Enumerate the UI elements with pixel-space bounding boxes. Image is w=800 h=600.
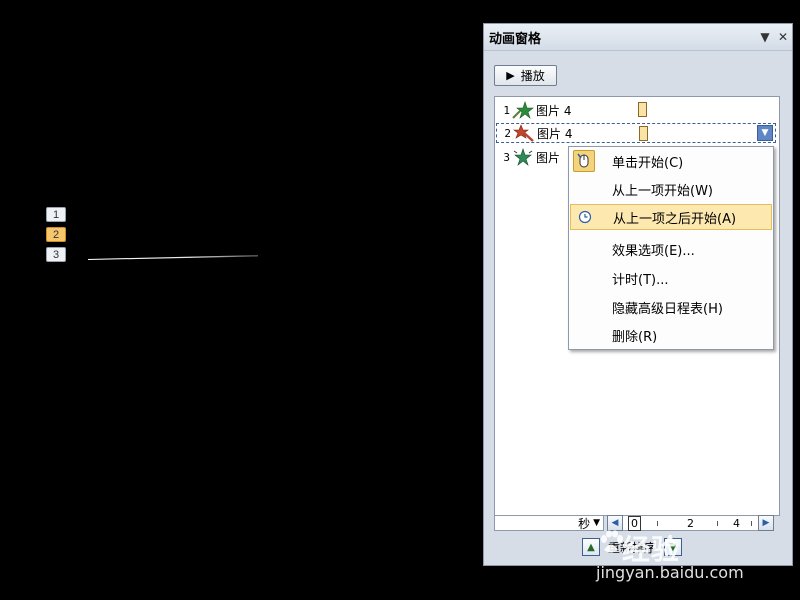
play-button[interactable]: ▶ 播放 — [494, 65, 557, 86]
menu-item-effect-options[interactable]: 效果选项(E)... — [570, 236, 772, 262]
chevron-down-icon: ▼ — [593, 518, 600, 528]
baidu-paw-icon — [601, 530, 623, 553]
play-label: 播放 — [520, 69, 545, 83]
item-name: 图片 4 — [536, 103, 572, 118]
time-unit-select[interactable]: 秒 ▼ — [494, 515, 604, 531]
menu-item-with-previous[interactable]: 从上一项开始(W) — [570, 176, 772, 202]
watermark-url: jingyan.baidu.com — [596, 563, 744, 582]
menu-item-hide-timeline[interactable]: 隐藏高级日程表(H) — [570, 294, 772, 320]
timing-bar[interactable] — [638, 102, 647, 117]
item-number: 3 — [503, 150, 510, 164]
menu-item-timing[interactable]: 计时(T)... — [570, 265, 772, 291]
play-icon: ▶ — [506, 69, 515, 82]
ruler-label: 2 — [687, 517, 694, 530]
entrance-star-icon — [512, 101, 534, 119]
item-name: 图片 — [536, 150, 561, 165]
animation-marker-3[interactable]: 3 — [46, 247, 66, 262]
ruler-tick — [751, 521, 752, 526]
menu-item-label: 单击开始(C) — [612, 155, 684, 171]
item-number: 1 — [503, 103, 510, 117]
scroll-right-button[interactable]: ▶ — [758, 515, 774, 531]
menu-item-after-previous[interactable]: 从上一项之后开始(A) — [570, 204, 772, 230]
clock-icon — [574, 206, 596, 228]
pane-menu-icon[interactable]: ▼ — [756, 30, 774, 44]
item-name: 图片 4 — [537, 126, 573, 141]
pane-title: 动画窗格 — [489, 31, 542, 47]
menu-item-remove[interactable]: 删除(R) — [570, 322, 772, 348]
animation-marker-1[interactable]: 1 — [46, 207, 66, 222]
ruler-label: 4 — [733, 517, 740, 530]
close-icon[interactable]: ✕ — [774, 30, 792, 44]
menu-item-start-on-click[interactable]: 单击开始(C) — [570, 148, 772, 174]
timing-context-menu: 单击开始(C) 从上一项开始(W) 从上一项之后开始(A) 效果选项(E)...… — [568, 146, 774, 350]
animation-item-2[interactable]: 2 图片 4 ▼ — [496, 123, 776, 143]
menu-item-label: 删除(R) — [612, 329, 658, 345]
ruler-tick — [717, 521, 718, 526]
time-unit-value: 秒 — [578, 516, 591, 531]
menu-item-label: 隐藏高级日程表(H) — [612, 301, 723, 317]
exit-star-icon — [512, 148, 534, 166]
pane-header: 动画窗格 ▼ ✕ — [484, 24, 792, 51]
line-shape[interactable] — [88, 254, 258, 260]
item-number: 2 — [504, 126, 511, 140]
emphasis-star-icon — [513, 124, 535, 142]
menu-item-label: 从上一项之后开始(A) — [613, 211, 737, 227]
animation-item-1[interactable]: 1 图片 4 — [496, 100, 776, 120]
watermark-logo: 经验 — [622, 533, 681, 566]
timing-bar[interactable] — [639, 126, 648, 141]
menu-item-label: 效果选项(E)... — [612, 243, 695, 259]
menu-item-label: 从上一项开始(W) — [612, 183, 713, 199]
chevron-down-icon[interactable]: ▼ — [757, 125, 773, 141]
ruler-tick — [657, 521, 658, 526]
menu-item-label: 计时(T)... — [612, 272, 669, 288]
scroll-left-button[interactable]: ◀ — [607, 515, 623, 531]
mouse-click-icon — [573, 150, 595, 172]
animation-marker-2[interactable]: 2 — [46, 227, 66, 242]
